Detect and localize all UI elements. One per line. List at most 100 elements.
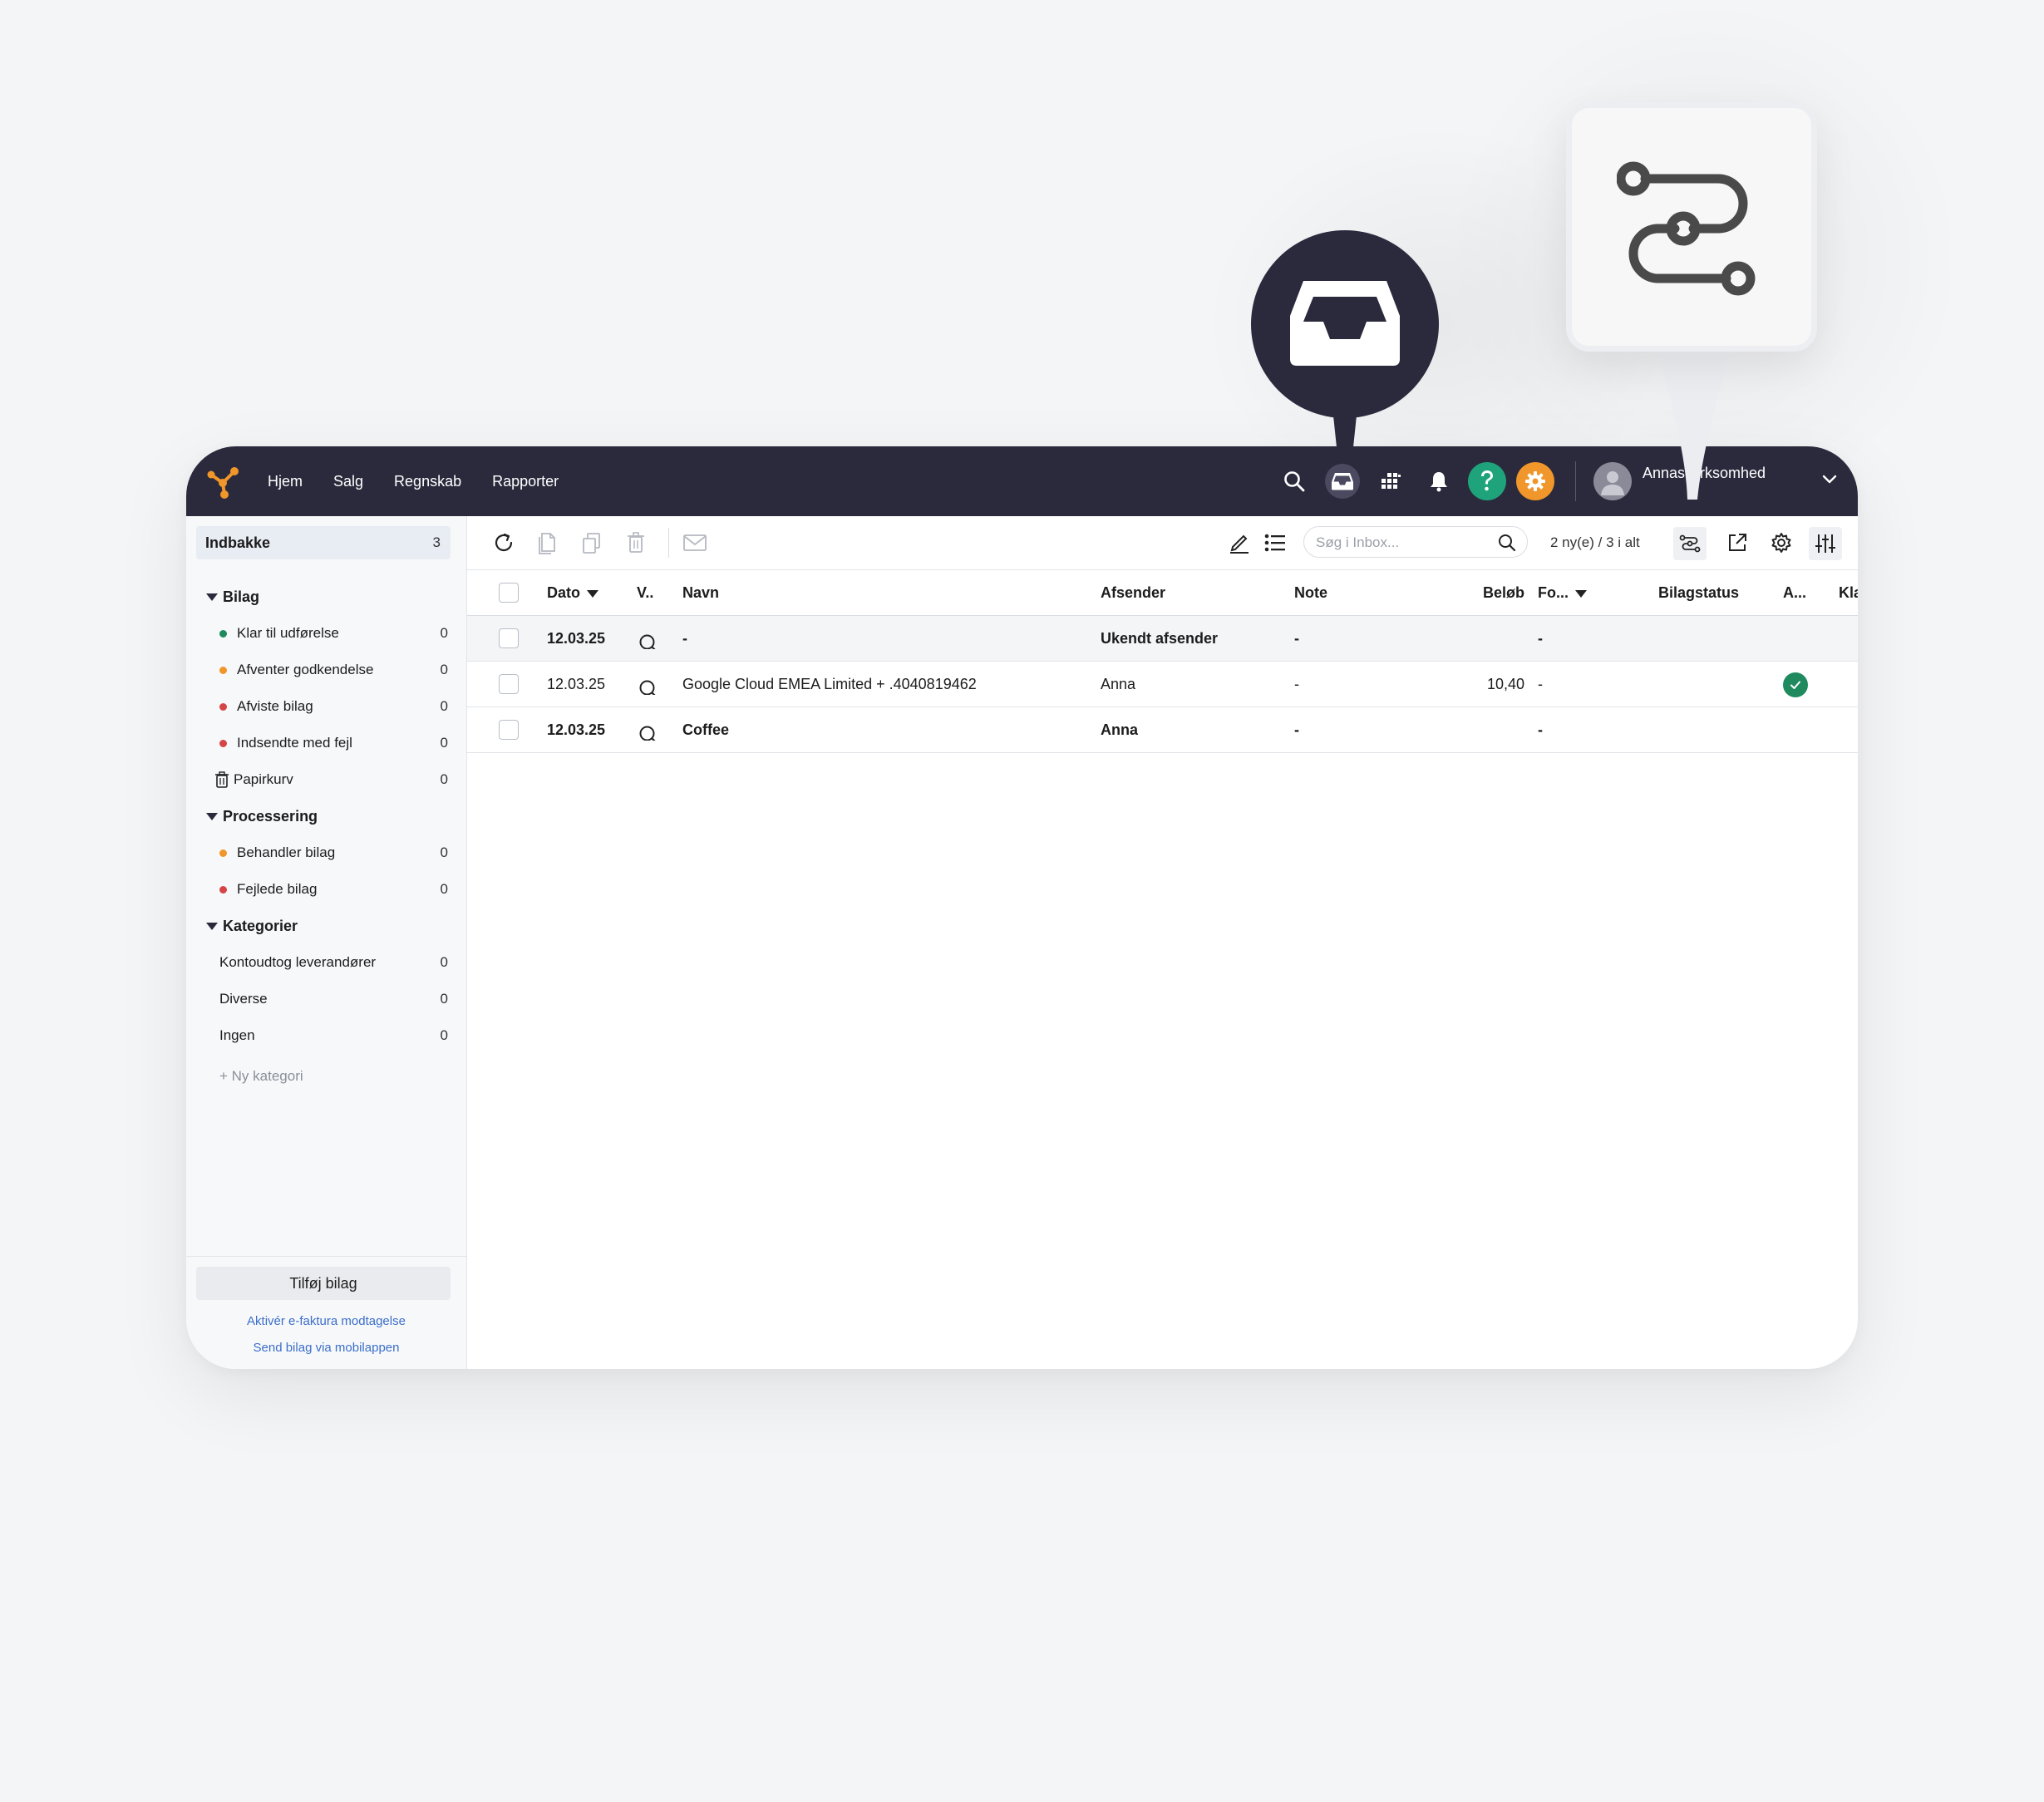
new-category-link[interactable]: + Ny kategori <box>219 1068 303 1085</box>
activate-einvoice-link[interactable]: Aktivér e-faktura modtagelse <box>186 1314 466 1328</box>
sidebar-item-count: 0 <box>440 625 448 641</box>
preview-search-icon[interactable] <box>638 719 660 741</box>
sidebar-item-indsendte-med-fejl[interactable]: Indsendte med fejl 0 <box>219 735 448 751</box>
external-link-icon[interactable] <box>1722 528 1752 558</box>
row-checkbox[interactable] <box>499 628 519 648</box>
app-logo-icon[interactable] <box>204 463 241 500</box>
app-window: Hjem Salg Regnskab Rapporter Annas virks… <box>186 446 1858 1369</box>
sidebar-item-label: Afviste bilag <box>237 698 313 714</box>
nav-rapporter[interactable]: Rapporter <box>492 473 559 490</box>
sidebar-item-count: 0 <box>440 991 448 1007</box>
document-icon[interactable] <box>533 528 563 558</box>
cell-dato: 12.03.25 <box>547 676 606 692</box>
sidebar-item-klar-til-udforelse[interactable]: Klar til udførelse 0 <box>219 625 448 642</box>
nav-regnskab[interactable]: Regnskab <box>394 473 461 490</box>
sidebar-item-count: 0 <box>440 662 448 677</box>
sidebar-item-count: 0 <box>440 1027 448 1043</box>
add-voucher-button[interactable]: Tilføj bilag <box>196 1267 451 1300</box>
nav-hjem[interactable]: Hjem <box>268 473 303 490</box>
gear-icon[interactable] <box>1516 462 1554 500</box>
table-row[interactable]: 12.03.25 Coffee Anna - - <box>467 707 1858 753</box>
nav-salg[interactable]: Salg <box>333 473 363 490</box>
cell-afsender: Anna <box>1101 721 1138 738</box>
caret-down-icon <box>206 593 218 601</box>
sidebar-item-behandler-bilag[interactable]: Behandler bilag 0 <box>219 844 448 861</box>
sidebar-item-label: Afventer godkendelse <box>237 662 374 677</box>
column-settings-icon[interactable] <box>1809 527 1842 560</box>
column-header-a[interactable]: A... <box>1783 570 1806 615</box>
sidebar-item-label: Klar til udførelse <box>237 625 339 641</box>
cell-fo: - <box>1538 630 1543 647</box>
row-checkbox[interactable] <box>499 720 519 740</box>
cell-navn: - <box>682 630 687 647</box>
help-icon[interactable] <box>1468 462 1506 500</box>
table-row[interactable]: 12.03.25 - Ukendt afsender - - <box>467 616 1858 662</box>
sidebar-group-bilag[interactable]: Bilag <box>206 588 259 606</box>
sidebar-item-label: Fejlede bilag <box>237 881 318 897</box>
cell-dato: 12.03.25 <box>547 630 606 647</box>
cell-fo: - <box>1538 676 1543 692</box>
status-dot-icon <box>219 666 227 674</box>
cell-note: - <box>1294 630 1299 647</box>
cell-note: - <box>1294 721 1299 738</box>
select-all-checkbox[interactable] <box>499 583 519 603</box>
table-row[interactable]: 12.03.25 Google Cloud EMEA Limited + .40… <box>467 662 1858 707</box>
status-dot-icon <box>219 885 227 894</box>
edit-icon[interactable] <box>1224 528 1254 558</box>
sidebar-item-count: 0 <box>440 844 448 860</box>
column-header-note[interactable]: Note <box>1294 570 1327 615</box>
sidebar-item-indbakke[interactable]: Indbakke 3 <box>196 526 451 559</box>
sidebar-group-processering[interactable]: Processering <box>206 808 318 825</box>
inbox-callout-pin <box>1251 230 1439 450</box>
preview-search-icon[interactable] <box>638 628 660 649</box>
delete-icon[interactable] <box>621 528 651 558</box>
refresh-icon[interactable] <box>489 528 519 558</box>
sidebar-item-fejlede-bilag[interactable]: Fejlede bilag 0 <box>219 881 448 898</box>
inbox-search[interactable] <box>1303 526 1528 559</box>
column-header-belob[interactable]: Beløb <box>1423 570 1524 615</box>
sidebar-item-afventer-godkendelse[interactable]: Afventer godkendelse 0 <box>219 662 448 678</box>
sidebar-item-count: 3 <box>432 534 441 550</box>
sidebar-item-label: Kontoudtog leverandører <box>219 954 377 970</box>
column-header-bilagstatus[interactable]: Bilagstatus <box>1658 570 1739 615</box>
column-label: Fo... <box>1538 584 1569 601</box>
cell-fo: - <box>1538 721 1543 738</box>
column-header-navn[interactable]: Navn <box>682 570 719 615</box>
column-header-dato[interactable]: Dato <box>547 570 598 615</box>
sidebar-group-kategorier[interactable]: Kategorier <box>206 918 298 935</box>
sidebar-item-count: 0 <box>440 698 448 714</box>
column-header-view[interactable]: V.. <box>637 570 653 615</box>
cell-belob: 10,40 <box>1486 676 1524 692</box>
merge-documents-icon[interactable] <box>577 528 607 558</box>
cell-belob <box>1423 616 1524 661</box>
cell-afsender: Anna <box>1101 676 1136 692</box>
sidebar-item-afviste-bilag[interactable]: Afviste bilag 0 <box>219 698 448 715</box>
list-view-icon[interactable] <box>1260 528 1290 558</box>
sidebar-item-ingen[interactable]: Ingen 0 <box>219 1027 448 1044</box>
settings-icon[interactable] <box>1766 528 1796 558</box>
inbox-counter: 2 ny(e) / 3 i alt <box>1550 534 1640 550</box>
sidebar-footer: Tilføj bilag Aktivér e-faktura modtagels… <box>186 1256 466 1369</box>
row-checkbox[interactable] <box>499 674 519 694</box>
preview-search-icon[interactable] <box>638 673 660 695</box>
send-via-mobile-link[interactable]: Send bilag via mobilappen <box>186 1341 466 1355</box>
sidebar-item-kontoudtog-leverandorer[interactable]: Kontoudtog leverandører 0 <box>219 954 448 971</box>
column-label: Dato <box>547 584 580 601</box>
sidebar-item-diverse[interactable]: Diverse 0 <box>219 991 448 1007</box>
column-header-klar-til[interactable]: Klar til ... <box>1839 570 1858 615</box>
cell-afsender: Ukendt afsender <box>1101 630 1219 647</box>
column-header-fo[interactable]: Fo... <box>1538 570 1587 615</box>
column-header-afsender[interactable]: Afsender <box>1101 570 1165 615</box>
sidebar-item-label: Ingen <box>219 1027 255 1043</box>
approved-check-icon <box>1783 672 1808 697</box>
search-input[interactable] <box>1314 527 1492 559</box>
sidebar-item-label: Diverse <box>219 991 268 1007</box>
cell-navn: Coffee <box>682 721 730 738</box>
sidebar-group-label: Kategorier <box>223 918 298 934</box>
toolbar-divider <box>668 528 669 558</box>
sidebar-item-papirkurv[interactable]: Papirkurv 0 <box>214 771 448 788</box>
mail-icon[interactable] <box>680 528 710 558</box>
caret-down-icon <box>206 923 218 930</box>
workflow-icon[interactable] <box>1673 527 1707 560</box>
search-icon[interactable] <box>1497 533 1517 553</box>
